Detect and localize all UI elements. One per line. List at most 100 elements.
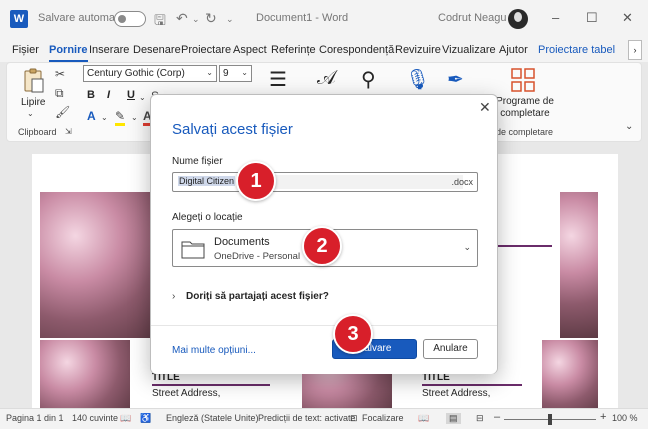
maximize-button[interactable]: ☐ <box>586 10 598 26</box>
add-ins-grid-icon[interactable] <box>511 68 535 92</box>
paste-dropdown-icon[interactable]: ⌄ <box>27 109 34 118</box>
font-size-select[interactable]: 9 ⌄ <box>219 65 252 82</box>
more-options-link[interactable]: Mai multe opțiuni... <box>172 345 256 356</box>
underline-dropdown-icon[interactable]: ⌄ <box>139 93 146 102</box>
title-rule <box>422 384 522 386</box>
tab-help[interactable]: Ajutor <box>499 44 528 56</box>
chevron-right-icon: › <box>172 291 176 302</box>
callout-badge-3: 3 <box>333 314 373 354</box>
filename-field-fill <box>273 175 463 189</box>
customize-qat-icon[interactable]: ⌄ <box>226 14 234 25</box>
location-label: Alegeți o locație <box>172 212 243 223</box>
cut-icon[interactable]: ✂ <box>55 67 65 81</box>
tab-review[interactable]: Revizuire <box>395 44 441 56</box>
highlight-icon[interactable]: ✎ <box>115 109 126 126</box>
status-bar: Pagina 1 din 1 140 cuvinte 📖 ♿ Engleză (… <box>0 408 648 429</box>
zoom-out-button[interactable]: – <box>494 411 500 423</box>
tab-mailings[interactable]: Corespondență <box>319 44 394 56</box>
font-name-value: Century Gothic (Corp) <box>87 68 185 79</box>
paste-label[interactable]: Lipire <box>21 97 45 108</box>
tabs-scroll-right-button[interactable]: › <box>628 40 642 60</box>
copy-icon[interactable]: ⧉ <box>55 86 64 101</box>
text-predictions-status[interactable]: Predicții de text: activate <box>258 413 356 423</box>
location-name: Documents <box>214 236 270 248</box>
tab-table-design[interactable]: Proiectare tabel <box>538 44 615 56</box>
styles-icon[interactable]: 𝒜 <box>317 67 336 90</box>
text-effects-dropdown-icon[interactable]: ⌄ <box>101 113 108 122</box>
tab-insert[interactable]: Inserare <box>89 44 129 56</box>
card-image-3 <box>560 192 598 338</box>
editor-icon[interactable]: ✒ <box>447 67 464 92</box>
tab-layout[interactable]: Aspect <box>233 44 267 56</box>
card-image-4 <box>40 340 130 414</box>
word-logo-icon: W <box>10 10 28 28</box>
filename-extension: .docx <box>451 177 473 187</box>
save-icon[interactable]: 🖫 <box>154 10 166 34</box>
font-name-dropdown-icon: ⌄ <box>206 68 213 77</box>
highlight-dropdown-icon[interactable]: ⌄ <box>131 113 138 122</box>
italic-button[interactable]: I <box>107 89 110 101</box>
find-icon[interactable]: ⚲ <box>361 67 376 92</box>
font-name-select[interactable]: Century Gothic (Corp) ⌄ <box>83 65 217 82</box>
dictate-icon[interactable]: 🎙 <box>405 67 430 92</box>
title-rule <box>152 384 270 386</box>
read-mode-icon[interactable]: 📖 <box>418 413 429 424</box>
clipboard-group-label: Clipboard <box>18 127 57 137</box>
filename-value: Digital Citizen <box>178 176 236 186</box>
paragraph-align-icon[interactable]: ☰ <box>269 67 287 92</box>
font-size-value: 9 <box>223 68 229 79</box>
focus-button[interactable]: Focalizare <box>362 413 404 423</box>
web-layout-icon[interactable]: ⊟ <box>476 413 484 424</box>
filename-input[interactable]: Digital Citizen .docx <box>172 172 478 192</box>
avatar[interactable] <box>508 9 528 29</box>
format-painter-icon[interactable]: 🖌 <box>55 105 70 119</box>
card-image-1 <box>40 192 158 338</box>
cancel-button[interactable]: Anulare <box>423 339 478 359</box>
tab-file[interactable]: Fișier <box>12 44 39 56</box>
redo-icon[interactable]: ↻ <box>205 10 217 27</box>
card-image-6 <box>542 340 598 414</box>
zoom-slider-thumb[interactable] <box>548 414 552 425</box>
autosave-label: Salvare automată <box>38 12 125 24</box>
print-layout-icon[interactable]: ▤ <box>446 413 461 424</box>
location-subtitle: OneDrive - Personal <box>214 251 301 262</box>
title-bar: W Salvare automată 🖫 ↶ ⌄ ↻ ⌄ Document1 -… <box>0 0 648 38</box>
card-address: Street Address, <box>152 388 221 399</box>
paste-icon[interactable] <box>23 68 45 94</box>
language-indicator[interactable]: Engleză (Statele Unite) <box>166 413 259 423</box>
filename-label: Nume fișier <box>172 156 223 167</box>
accessibility-icon[interactable]: ♿ <box>140 413 151 424</box>
minimize-button[interactable]: – <box>552 10 559 25</box>
autosave-toggle[interactable] <box>114 11 146 27</box>
close-window-button[interactable]: ✕ <box>622 10 633 26</box>
tab-home[interactable]: Pornire <box>49 44 88 62</box>
zoom-level[interactable]: 100 % <box>612 413 638 423</box>
focus-icon[interactable]: ⊡ <box>350 413 358 424</box>
page-count[interactable]: Pagina 1 din 1 <box>6 413 64 423</box>
user-name[interactable]: Codrut Neagu <box>438 12 507 24</box>
font-size-dropdown-icon: ⌄ <box>241 68 248 77</box>
callout-badge-2: 2 <box>302 226 342 266</box>
dialog-close-button[interactable]: ✕ <box>479 99 491 116</box>
clipboard-launcher-icon[interactable]: ⇲ <box>65 127 72 136</box>
card-address: Street Address, <box>422 388 491 399</box>
chevron-down-icon: ⌄ <box>463 242 471 252</box>
underline-button[interactable]: U <box>127 89 135 101</box>
tab-draw[interactable]: Desenare <box>133 44 181 56</box>
share-label: Doriți să partajați acest fișier? <box>186 291 329 302</box>
text-effects-icon[interactable]: A <box>87 109 96 123</box>
collapse-ribbon-icon[interactable]: ⌄ <box>625 121 633 132</box>
tab-view[interactable]: Vizualizare <box>442 44 496 56</box>
folder-icon <box>181 241 205 259</box>
add-ins-button-label[interactable]: Programe de completare <box>493 96 557 120</box>
tab-references[interactable]: Referințe <box>271 44 316 56</box>
word-count[interactable]: 140 cuvinte <box>72 413 118 423</box>
proofing-icon[interactable]: 📖 <box>120 413 131 424</box>
undo-dropdown-icon[interactable]: ⌄ <box>192 14 200 25</box>
undo-icon[interactable]: ↶ <box>176 10 188 27</box>
share-toggle[interactable]: › Doriți să partajați acest fișier? <box>172 291 329 302</box>
ribbon-tabs: Fișier Pornire Inserare Desenare Proiect… <box>0 38 648 62</box>
bold-button[interactable]: B <box>87 89 95 101</box>
zoom-in-button[interactable]: + <box>600 411 606 423</box>
tab-design[interactable]: Proiectare <box>181 44 231 56</box>
